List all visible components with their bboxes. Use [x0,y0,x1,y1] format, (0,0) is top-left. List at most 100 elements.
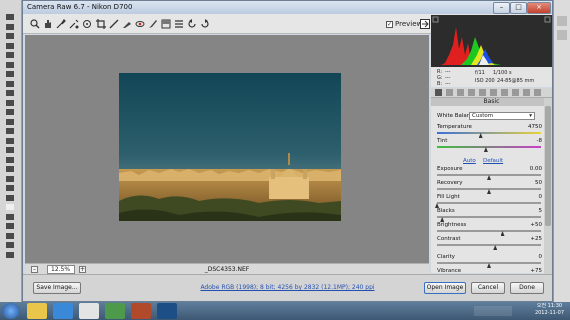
tab-effects[interactable] [501,89,508,96]
slider-value[interactable]: 5 [539,208,543,214]
photoshop-tool-icon[interactable] [6,33,14,39]
tab-tone-curve[interactable] [446,89,453,96]
photoshop-tool-icon[interactable] [6,137,14,144]
image-canvas[interactable] [25,35,429,263]
photoshop-tool-icon[interactable] [6,166,14,172]
cancel-button[interactable]: Cancel [471,282,505,294]
slider-label: Brightness [437,222,467,228]
system-tray[interactable] [474,306,512,316]
photoshop-tool-icon[interactable] [6,14,14,20]
white-balance-value: Custom [472,113,494,119]
open-image-button[interactable]: Open Image [424,282,466,294]
adjustment-brush-icon[interactable] [148,19,158,29]
photoshop-tool-icon[interactable] [6,185,14,191]
tab-presets[interactable] [523,89,530,96]
slider-value[interactable]: 0 [539,254,543,260]
done-button[interactable]: Done [510,282,544,294]
minimize-button[interactable]: – [493,2,510,14]
slider-track[interactable] [437,132,541,134]
tab-detail[interactable] [457,89,464,96]
tab-camera-calibration[interactable] [512,89,519,96]
white-balance-icon[interactable] [56,19,66,29]
internet-explorer-icon[interactable] [53,303,73,319]
auto-link[interactable]: Auto [463,158,476,164]
white-balance-select[interactable]: Custom ▾ [469,112,535,120]
preview-checkbox[interactable]: ✓ [386,21,393,28]
photoshop-tool-icon[interactable] [6,175,14,182]
photoshop-tool-icon[interactable] [6,213,14,220]
app-icon[interactable] [105,303,125,319]
panel-icon[interactable] [557,30,567,40]
bridge-icon[interactable] [131,303,151,319]
clock-time: 오전 11:30 [536,303,563,309]
slider-value[interactable]: +25 [530,236,542,242]
slider-track[interactable] [437,230,541,232]
close-button[interactable]: × [527,2,551,14]
photoshop-tool-icon[interactable] [6,109,14,115]
photoshop-tool-icon[interactable] [6,80,14,87]
scrollbar-thumb[interactable] [545,106,551,226]
photoshop-tool-icon[interactable] [6,90,14,96]
rotate-ccw-icon[interactable] [187,19,197,29]
color-sampler-icon[interactable] [69,19,79,29]
red-eye-icon[interactable] [135,19,145,29]
photoshop-tool-icon[interactable] [6,128,14,134]
slider-value[interactable]: +75 [530,268,542,273]
slider-label: Clarity [437,254,455,260]
slider-track[interactable] [437,146,541,148]
tab-basic[interactable] [435,89,442,96]
photoshop-tool-icon[interactable] [6,23,14,30]
slider-value[interactable]: 50 [535,180,542,186]
rotate-cw-icon[interactable] [200,19,210,29]
photoshop-tool-icon[interactable] [6,42,14,49]
photoshop-tool-icon[interactable] [6,52,14,58]
clock[interactable]: 오전 11:30 2012-11-07 [535,303,564,317]
photoshop-tool-icon[interactable] [6,156,14,163]
photoshop-tool-icon[interactable] [6,118,14,125]
photo-preview[interactable] [119,73,341,221]
slider-label: Exposure [437,166,463,172]
target-adjust-icon[interactable] [82,19,92,29]
panel-scrollbar[interactable] [544,98,552,274]
spot-removal-icon[interactable] [122,19,132,29]
zoom-icon[interactable] [30,19,40,29]
photoshop-tool-icon[interactable] [6,251,14,258]
photoshop-tool-icon[interactable] [6,147,14,153]
photoshop-tool-icon[interactable] [6,99,14,106]
tab-snapshots[interactable] [534,89,541,96]
start-button[interactable] [2,303,20,319]
default-link[interactable]: Default [483,158,503,164]
slider-value[interactable]: +50 [530,222,542,228]
photoshop-icon[interactable] [157,303,177,319]
slider-track[interactable] [437,216,541,218]
tab-lens-corrections[interactable] [490,89,497,96]
graduated-filter-icon[interactable] [161,19,171,29]
slider-value[interactable]: 0.00 [530,166,542,172]
hand-icon[interactable] [43,19,53,29]
slider-label: Recovery [437,180,463,186]
slider-value[interactable]: -8 [537,138,542,144]
chrome-icon[interactable] [79,303,99,319]
tab-split-toning[interactable] [479,89,486,96]
slider-track[interactable] [437,244,541,246]
slider-track[interactable] [437,202,541,204]
photoshop-tool-icon[interactable] [6,194,14,201]
photoshop-tool-icon[interactable] [6,232,14,239]
slider-value[interactable]: 0 [539,194,543,200]
explorer-icon[interactable] [27,303,47,319]
fullscreen-icon[interactable] [420,19,430,29]
slider-value[interactable]: 4750 [528,124,542,130]
straighten-icon[interactable] [109,19,119,29]
photoshop-tool-icon[interactable] [6,223,14,229]
photoshop-tool-icon[interactable] [6,61,14,68]
rgb-readout: R: --- G: --- B: --- f/11 1/100 s ISO 20… [431,67,552,87]
dialog-footer: Save Image... Adobe RGB (1998); 8 bit; 4… [23,274,552,301]
panel-icon[interactable] [557,16,567,26]
tab-hsl[interactable] [468,89,475,96]
photoshop-tool-icon[interactable] [6,204,14,210]
crop-icon[interactable] [96,19,106,29]
preferences-icon[interactable] [174,19,184,29]
maximize-button[interactable]: □ [510,2,527,14]
photoshop-tool-icon[interactable] [6,71,14,77]
photoshop-tool-icon[interactable] [6,242,14,248]
